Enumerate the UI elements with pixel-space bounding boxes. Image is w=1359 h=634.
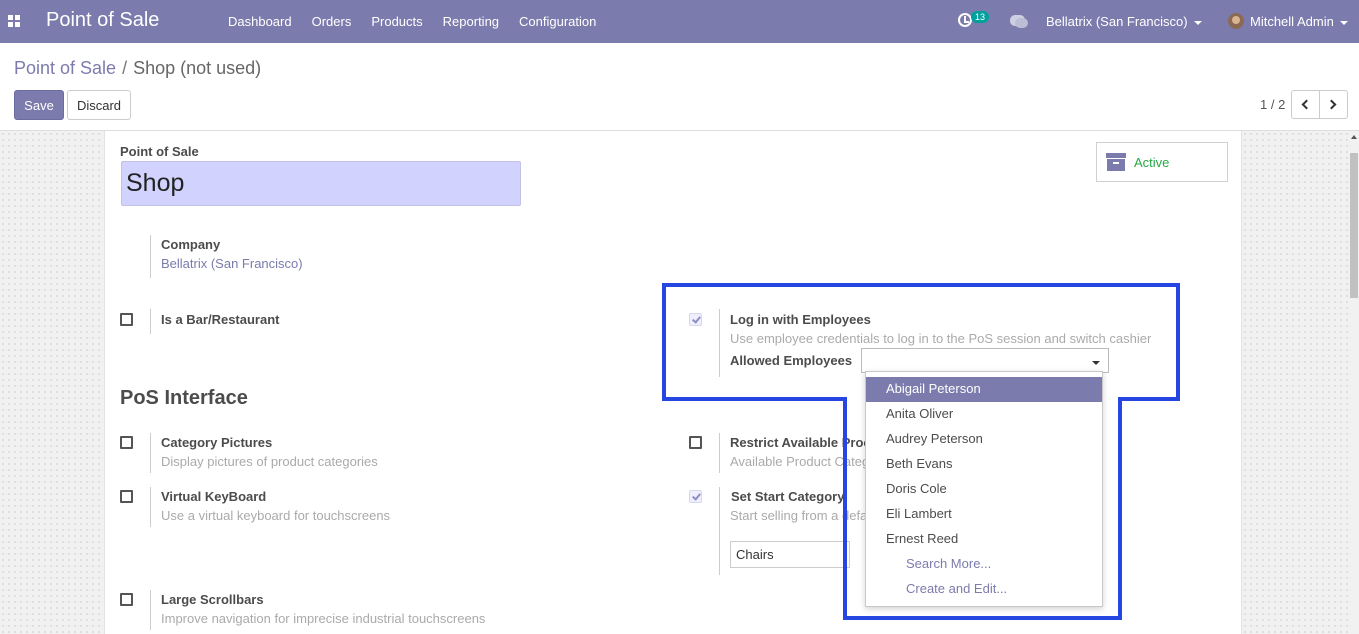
dropdown-item[interactable]: Abigail Peterson <box>866 377 1102 402</box>
user-avatar[interactable] <box>1228 13 1244 29</box>
pager-previous-button[interactable] <box>1291 90 1320 119</box>
vertical-scrollbar[interactable] <box>1349 131 1359 634</box>
divider <box>150 433 151 473</box>
dropdown-item[interactable]: Anita Oliver <box>866 402 1102 427</box>
dropdown-item[interactable]: Eli Lambert <box>866 502 1102 527</box>
active-toggle-button[interactable]: Active <box>1096 142 1228 182</box>
dropdown-item[interactable]: Doris Cole <box>866 477 1102 502</box>
login-employees-desc: Use employee credentials to log in to th… <box>730 331 1152 346</box>
menu-configuration[interactable]: Configuration <box>519 14 596 29</box>
company-label: Company <box>161 237 221 252</box>
breadcrumb-current: Shop (not used) <box>133 58 262 78</box>
pos-name-input[interactable] <box>121 161 521 206</box>
start-category-title: Set Start Category <box>731 489 845 504</box>
category-pictures-title: Category Pictures <box>161 435 273 450</box>
divider <box>150 487 151 527</box>
divider <box>719 487 720 575</box>
control-panel: Point of Sale / Shop (not used) Save Disca… <box>0 43 1359 131</box>
login-employees-title: Log in with Employees <box>730 312 871 327</box>
large-scrollbars-desc: Improve navigation for imprecise industr… <box>161 611 486 626</box>
divider <box>719 433 720 473</box>
pager-value[interactable]: 1 / 2 <box>1260 97 1285 112</box>
login-employees-checkbox[interactable] <box>689 313 702 326</box>
large-scrollbars-title: Large Scrollbars <box>161 592 264 607</box>
restrict-categories-checkbox[interactable] <box>689 436 702 449</box>
category-pictures-checkbox[interactable] <box>120 436 133 449</box>
large-scrollbars-checkbox[interactable] <box>120 593 133 606</box>
breadcrumb: Point of Sale / Shop (not used) <box>14 58 261 79</box>
virtual-keyboard-title: Virtual KeyBoard <box>161 489 267 504</box>
dropdown-item[interactable]: Ernest Reed <box>866 527 1102 552</box>
pager-next-button[interactable] <box>1319 90 1348 119</box>
allowed-employees-label: Allowed Employees <box>730 353 853 368</box>
chevron-right-icon <box>1326 99 1337 110</box>
company-switcher[interactable]: Bellatrix (San Francisco) <box>1046 14 1202 29</box>
company-value-link[interactable]: Bellatrix (San Francisco) <box>161 256 303 271</box>
save-button[interactable]: Save <box>14 90 64 120</box>
divider <box>150 235 151 278</box>
start-category-select[interactable]: Chairs <box>730 541 850 568</box>
main-menu: Dashboard Orders Products Reporting Conf… <box>228 14 616 29</box>
name-field-label: Point of Sale <box>120 144 199 159</box>
active-label: Active <box>1134 155 1170 170</box>
allowed-employees-input[interactable] <box>861 348 1109 373</box>
bar-restaurant-label: Is a Bar/Restaurant <box>161 312 280 327</box>
menu-reporting[interactable]: Reporting <box>443 14 499 29</box>
start-category-checkbox[interactable] <box>689 490 702 503</box>
top-navbar: Point of Sale Dashboard Orders Products … <box>0 0 1359 43</box>
virtual-keyboard-desc: Use a virtual keyboard for touchscreens <box>161 508 391 523</box>
breadcrumb-parent[interactable]: Point of Sale <box>14 58 116 78</box>
menu-orders[interactable]: Orders <box>312 14 352 29</box>
restrict-categories-title: Restrict Available Proc <box>730 435 871 450</box>
app-title: Point of Sale <box>46 9 160 31</box>
employees-autocomplete-dropdown: Abigail Peterson Anita Oliver Audrey Pet… <box>865 371 1103 607</box>
create-and-edit-link[interactable]: Create and Edit... <box>866 577 1102 602</box>
caret-down-icon <box>1092 361 1100 365</box>
pos-interface-heading: PoS Interface <box>120 387 248 409</box>
divider <box>150 309 151 334</box>
scrollbar-thumb[interactable] <box>1350 153 1358 298</box>
activity-clock-icon[interactable] <box>958 13 972 27</box>
dropdown-item[interactable]: Beth Evans <box>866 452 1102 477</box>
scroll-up-arrow-icon[interactable] <box>1351 135 1357 139</box>
archive-box-icon <box>1106 153 1126 171</box>
apps-menu-icon[interactable] <box>8 15 20 27</box>
chevron-left-icon <box>1301 99 1312 110</box>
restrict-categories-desc: Available Product Categ <box>730 454 870 469</box>
company-switcher-label: Bellatrix (San Francisco) <box>1046 14 1188 29</box>
caret-down-icon <box>1193 20 1202 25</box>
bar-restaurant-checkbox[interactable] <box>120 313 133 326</box>
start-category-desc: Start selling from a defa <box>730 508 868 523</box>
chat-bubbles-icon[interactable] <box>1010 15 1028 28</box>
user-menu[interactable]: Mitchell Admin <box>1250 14 1348 29</box>
start-category-value: Chairs <box>736 547 774 562</box>
breadcrumb-separator: / <box>122 58 128 78</box>
divider <box>150 590 151 630</box>
activity-count-badge: 13 <box>971 11 990 23</box>
menu-dashboard[interactable]: Dashboard <box>228 14 292 29</box>
search-more-link[interactable]: Search More... <box>866 552 1102 577</box>
menu-products[interactable]: Products <box>371 14 422 29</box>
virtual-keyboard-checkbox[interactable] <box>120 490 133 503</box>
user-name-label: Mitchell Admin <box>1250 14 1334 29</box>
divider <box>719 309 720 377</box>
caret-down-icon <box>1339 20 1348 25</box>
discard-button[interactable]: Discard <box>67 90 131 120</box>
dropdown-item[interactable]: Audrey Peterson <box>866 427 1102 452</box>
category-pictures-desc: Display pictures of product categories <box>161 454 378 469</box>
